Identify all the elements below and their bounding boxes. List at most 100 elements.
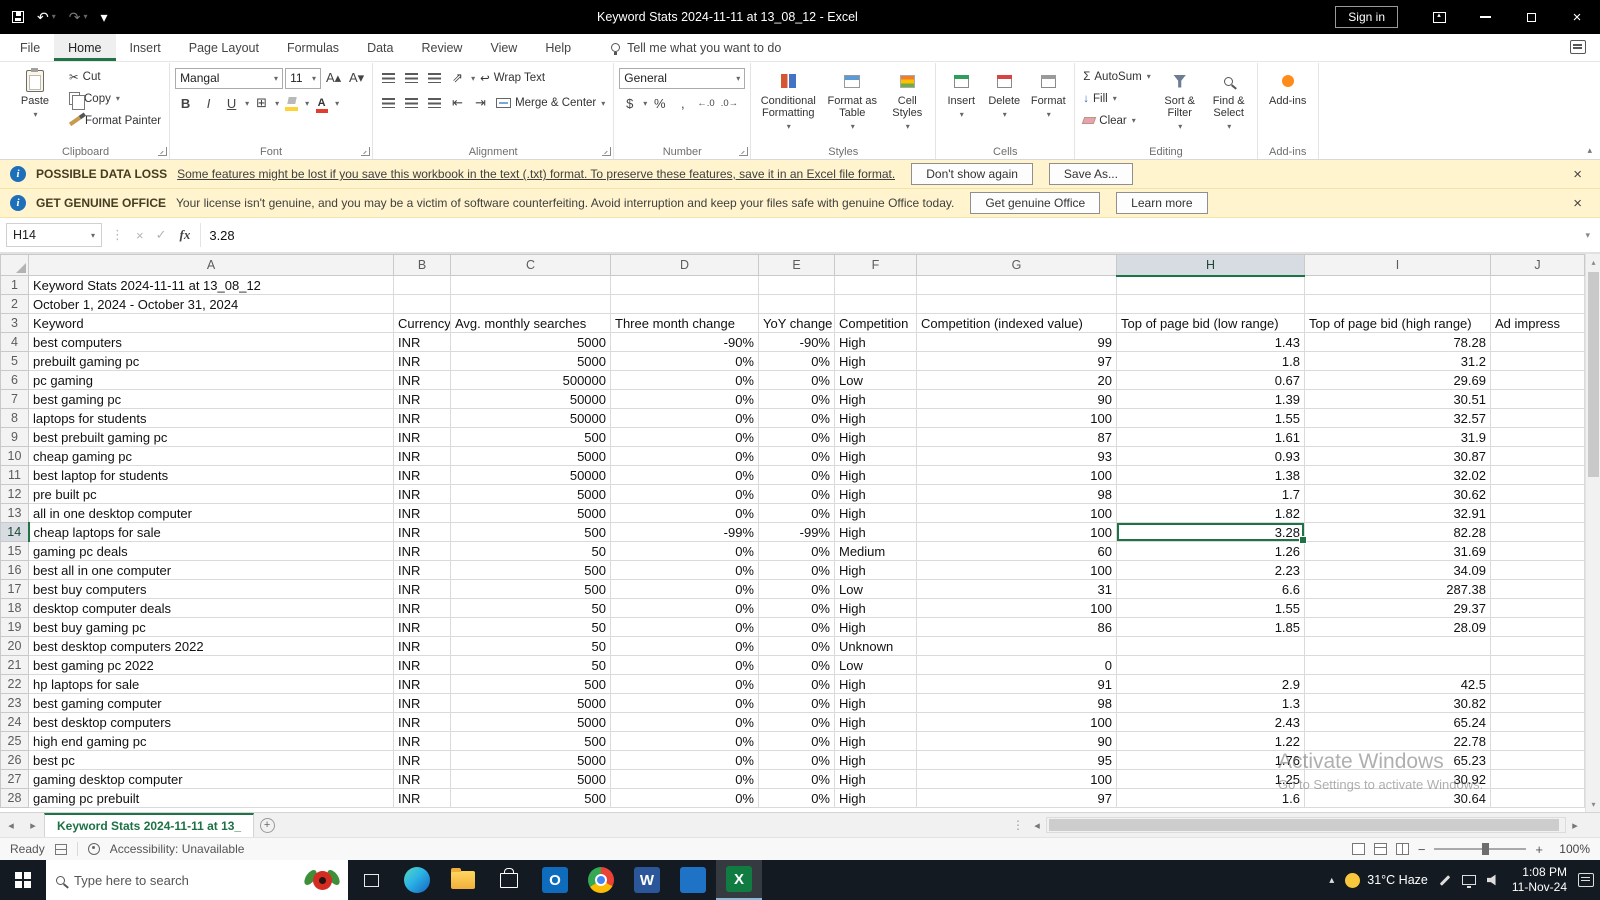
cell-J26[interactable] [1491,751,1585,770]
number-format-select[interactable]: General▾ [619,68,745,89]
cell-C19[interactable]: 50 [451,618,611,637]
cell-styles-button[interactable]: Cell Styles ▾ [884,66,930,142]
cell-F22[interactable]: High [835,675,917,694]
formula-input[interactable]: 3.28 [200,223,1579,247]
decrease-indent-button[interactable]: ⇤ [447,93,468,114]
cell-F27[interactable]: High [835,770,917,789]
cell-I3[interactable]: Top of page bid (high range) [1305,314,1491,333]
cell-G15[interactable]: 60 [917,542,1117,561]
cell-D28[interactable]: 0% [611,789,759,808]
cell-F16[interactable]: High [835,561,917,580]
cell-D1[interactable] [611,276,759,295]
cell-H7[interactable]: 1.39 [1117,390,1305,409]
cell-I28[interactable]: 30.64 [1305,789,1491,808]
insert-function-icon[interactable]: fx [176,227,195,243]
get-genuine-office-button[interactable]: Get genuine Office [970,192,1100,214]
expand-formula-bar-icon[interactable]: ▾ [1585,230,1594,241]
cell-G25[interactable]: 90 [917,732,1117,751]
row-header-19[interactable]: 19 [1,618,29,637]
cell-J25[interactable] [1491,732,1585,751]
cell-G14[interactable]: 100 [917,523,1117,542]
cell-B4[interactable]: INR [394,333,451,352]
cell-H18[interactable]: 1.55 [1117,599,1305,618]
row-header-6[interactable]: 6 [1,371,29,390]
cell-B1[interactable] [394,276,451,295]
cell-D12[interactable]: 0% [611,485,759,504]
new-sheet-button[interactable]: + [254,813,280,837]
cell-J18[interactable] [1491,599,1585,618]
cell-F12[interactable]: High [835,485,917,504]
cell-G20[interactable] [917,637,1117,656]
cell-B14[interactable]: INR [394,523,451,542]
fill-button[interactable]: ↓Fill▾ [1080,88,1153,109]
cell-F4[interactable]: High [835,333,917,352]
save-as-button[interactable]: Save As... [1049,163,1133,185]
cell-F25[interactable]: High [835,732,917,751]
cell-B12[interactable]: INR [394,485,451,504]
learn-more-button[interactable]: Learn more [1116,192,1207,214]
cell-B26[interactable]: INR [394,751,451,770]
cell-I19[interactable]: 28.09 [1305,618,1491,637]
row-header-9[interactable]: 9 [1,428,29,447]
cell-D18[interactable]: 0% [611,599,759,618]
data-loss-close-icon[interactable]: × [1565,166,1590,183]
cell-D11[interactable]: 0% [611,466,759,485]
merge-center-button[interactable]: Merge & Center▾ [493,93,608,114]
cell-G8[interactable]: 100 [917,409,1117,428]
hscroll-left-icon[interactable]: ◂ [1028,813,1046,837]
cell-I8[interactable]: 32.57 [1305,409,1491,428]
row-header-5[interactable]: 5 [1,352,29,371]
cell-G13[interactable]: 100 [917,504,1117,523]
cell-A19[interactable]: best buy gaming pc [29,618,394,637]
cell-J14[interactable] [1491,523,1585,542]
cell-G7[interactable]: 90 [917,390,1117,409]
cell-E11[interactable]: 0% [759,466,835,485]
cell-H16[interactable]: 2.23 [1117,561,1305,580]
cell-A17[interactable]: best buy computers [29,580,394,599]
comments-icon[interactable] [1570,40,1586,54]
cell-F21[interactable]: Low [835,656,917,675]
cell-B20[interactable]: INR [394,637,451,656]
cell-D23[interactable]: 0% [611,694,759,713]
underline-dropdown-icon[interactable]: ▾ [245,99,249,108]
cell-E2[interactable] [759,295,835,314]
increase-indent-button[interactable]: ⇥ [470,93,491,114]
cell-D16[interactable]: 0% [611,561,759,580]
decrease-font-size-button[interactable]: A▾ [346,68,367,89]
cell-J21[interactable] [1491,656,1585,675]
cell-J22[interactable] [1491,675,1585,694]
cell-F23[interactable]: High [835,694,917,713]
cell-B13[interactable]: INR [394,504,451,523]
cell-E8[interactable]: 0% [759,409,835,428]
cell-E19[interactable]: 0% [759,618,835,637]
cell-G12[interactable]: 98 [917,485,1117,504]
cell-H20[interactable] [1117,637,1305,656]
cell-I16[interactable]: 34.09 [1305,561,1491,580]
cell-G17[interactable]: 31 [917,580,1117,599]
alignment-dialog-launcher[interactable] [602,147,611,156]
cell-D26[interactable]: 0% [611,751,759,770]
cell-E26[interactable]: 0% [759,751,835,770]
cell-J17[interactable] [1491,580,1585,599]
horizontal-scrollbar[interactable] [1046,817,1566,833]
cell-A24[interactable]: best desktop computers [29,713,394,732]
cell-E9[interactable]: 0% [759,428,835,447]
middle-align-button[interactable] [401,68,422,89]
cell-G4[interactable]: 99 [917,333,1117,352]
borders-dropdown-icon[interactable]: ▾ [275,99,279,108]
minimize-button[interactable] [1462,0,1508,34]
cell-I7[interactable]: 30.51 [1305,390,1491,409]
cell-F3[interactable]: Competition [835,314,917,333]
cell-E3[interactable]: YoY change [759,314,835,333]
column-header-J[interactable]: J [1491,255,1585,276]
column-header-H[interactable]: H [1117,255,1305,276]
cell-F24[interactable]: High [835,713,917,732]
cell-J16[interactable] [1491,561,1585,580]
column-header-A[interactable]: A [29,255,394,276]
cell-B8[interactable]: INR [394,409,451,428]
cell-H17[interactable]: 6.6 [1117,580,1305,599]
font-dialog-launcher[interactable] [361,147,370,156]
cell-D20[interactable]: 0% [611,637,759,656]
italic-button[interactable]: I [198,93,219,114]
zoom-slider-thumb[interactable] [1482,843,1489,855]
